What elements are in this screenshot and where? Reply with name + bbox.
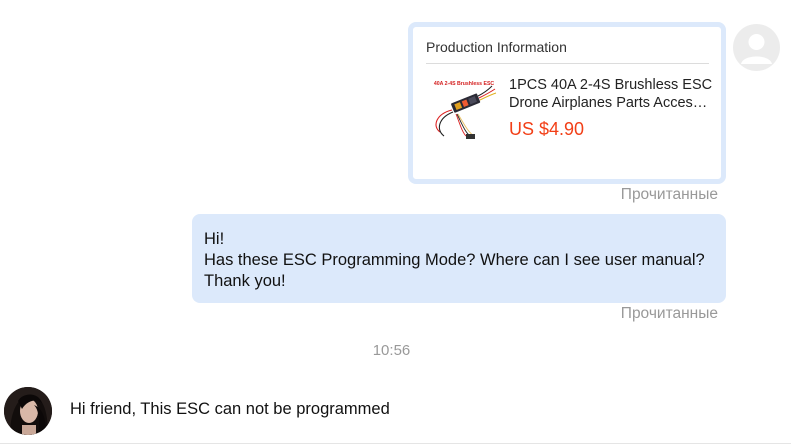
product-name-line-2: Drone Airplanes Parts Accessories bbox=[509, 95, 714, 111]
time-divider: 10:56 bbox=[0, 342, 791, 359]
product-name-line-1: 1PCS 40A 2-4S Brushless ESC bbox=[509, 77, 713, 93]
sent-message-line: Hi! bbox=[204, 230, 225, 248]
sent-message-line: Has these ESC Programming Mode? Where ca… bbox=[204, 251, 705, 269]
product-card-title: Production Information bbox=[426, 39, 709, 64]
thumbnail-caption: 40A 2-4S Brushless ESC bbox=[434, 81, 495, 87]
seller-avatar[interactable] bbox=[4, 387, 52, 435]
product-name[interactable]: 1PCS 40A 2-4S Brushless ESC Drone Airpla… bbox=[509, 76, 714, 112]
product-card[interactable]: Production Information 40A 2-4S Brushles… bbox=[408, 22, 726, 184]
received-message: Hi friend, This ESC can not be programme… bbox=[70, 400, 390, 418]
sent-message-bubble: Hi! Has these ESC Programming Mode? Wher… bbox=[192, 214, 726, 303]
product-price: US $4.90 bbox=[509, 119, 585, 139]
read-status-message: Прочитанные bbox=[620, 305, 718, 322]
product-row[interactable]: 40A 2-4S Brushless ESC 1PCS 40A 2-4S Bru… bbox=[426, 64, 714, 154]
user-avatar[interactable] bbox=[733, 24, 780, 71]
product-thumbnail[interactable]: 40A 2-4S Brushless ESC bbox=[426, 74, 502, 150]
seller-photo bbox=[4, 387, 52, 435]
user-silhouette-icon bbox=[741, 34, 772, 64]
read-status-product: Прочитанные bbox=[620, 186, 718, 203]
sent-message-line: Thank you! bbox=[204, 272, 286, 290]
timestamp: 10:56 bbox=[372, 342, 411, 359]
